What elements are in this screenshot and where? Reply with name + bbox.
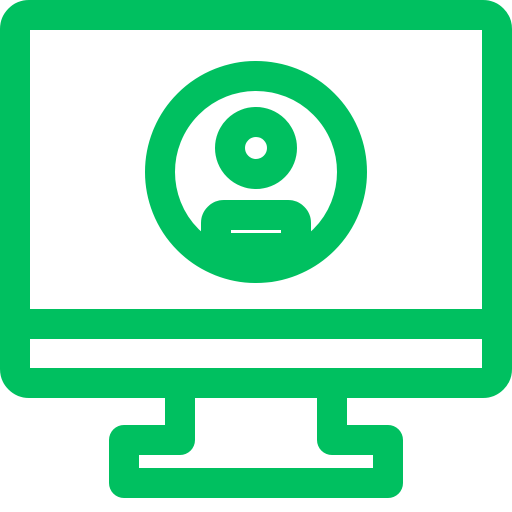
avatar-body-icon [201, 200, 311, 263]
avatar-head-icon [215, 107, 297, 189]
icon-canvas [0, 0, 512, 512]
desktop-user-profile-icon [0, 0, 512, 498]
